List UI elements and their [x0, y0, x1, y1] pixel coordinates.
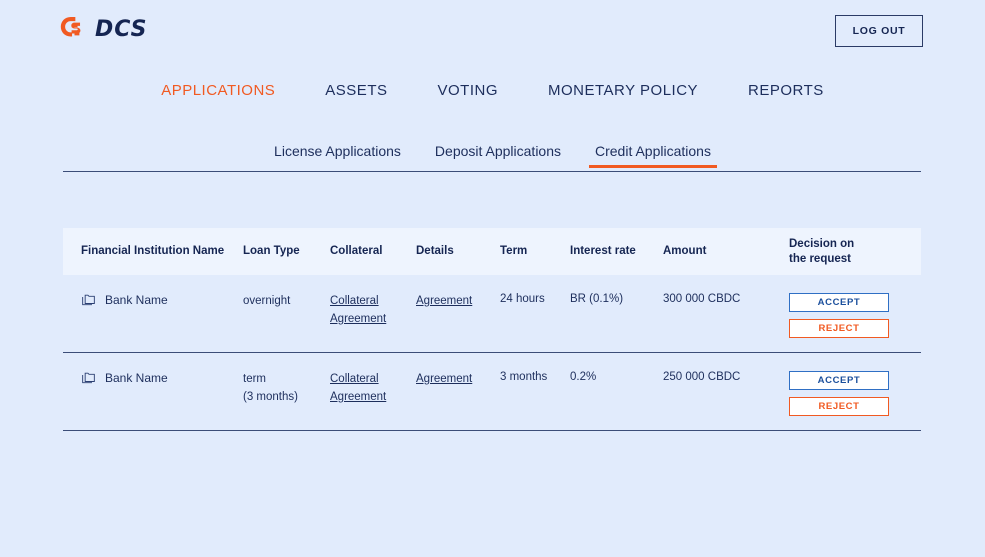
- cell-decision: ACCEPT REJECT: [789, 371, 905, 416]
- accept-button[interactable]: ACCEPT: [789, 293, 889, 312]
- cell-amount: 250 000 CBDC: [663, 371, 741, 383]
- nav-item-voting-label: VOTING: [437, 82, 498, 99]
- column-header-decision: Decision on the request: [789, 237, 905, 266]
- brand-logo[interactable]: DCS: [58, 14, 147, 44]
- cell-decision: ACCEPT REJECT: [789, 293, 905, 338]
- cell-details: Agreement: [416, 293, 500, 311]
- cell-loan-type: term (3 months): [243, 371, 330, 407]
- cell-term: 3 months: [500, 371, 548, 383]
- tab-deposit-applications-label: Deposit Applications: [434, 143, 561, 159]
- nav-item-voting[interactable]: VOTING: [437, 82, 498, 99]
- column-header-amount: Amount: [663, 245, 707, 258]
- cell-institution: Bank Name: [63, 293, 243, 307]
- dcs-logo-icon: [58, 14, 88, 44]
- sub-tabs: License Applications Deposit Application…: [0, 143, 985, 168]
- logout-button[interactable]: LOG OUT: [835, 15, 923, 47]
- reject-button-label: REJECT: [818, 401, 860, 412]
- column-header-decision-line1: Decision on: [789, 237, 855, 250]
- nav-item-reports-label: REPORTS: [748, 82, 824, 99]
- tab-credit-applications-label: Credit Applications: [595, 143, 711, 159]
- column-header-institution: Financial Institution Name: [81, 245, 225, 258]
- column-header-interest-rate: Interest rate: [570, 245, 636, 258]
- loan-type-line1: overnight: [243, 295, 291, 307]
- nav-item-assets-label: ASSETS: [325, 82, 388, 99]
- cell-interest-rate: 0.2%: [570, 371, 597, 383]
- column-header-decision-line2: the request: [789, 252, 851, 265]
- nav-item-applications-label: APPLICATIONS: [161, 82, 276, 99]
- cell-details: Agreement: [416, 371, 500, 389]
- table-row: Bank Name overnight Collateral Agreement…: [63, 275, 921, 353]
- nav-item-monetary-policy-label: MONETARY POLICY: [548, 82, 699, 99]
- loan-type-line1: term: [243, 373, 266, 385]
- nav-item-assets[interactable]: ASSETS: [325, 82, 387, 99]
- agreement-link[interactable]: Agreement: [416, 371, 492, 389]
- app-page: DCS LOG OUT APPLICATIONS ASSETS VOTING M…: [0, 0, 985, 557]
- accept-button[interactable]: ACCEPT: [789, 371, 889, 390]
- cell-amount: 300 000 CBDC: [663, 293, 741, 305]
- logout-button-label: LOG OUT: [852, 25, 906, 37]
- cell-term: 24 hours: [500, 293, 545, 305]
- cell-loan-type: overnight: [243, 293, 330, 311]
- loan-type-line2: (3 months): [243, 390, 298, 403]
- top-bar: DCS LOG OUT: [0, 0, 985, 62]
- credit-applications-table: Financial Institution Name Loan Type Col…: [63, 228, 921, 431]
- collateral-agreement-link-line2[interactable]: Agreement: [330, 311, 408, 329]
- accept-button-label: ACCEPT: [817, 297, 861, 308]
- table-row: Bank Name term (3 months) Collateral Agr…: [63, 353, 921, 431]
- sub-tabs-divider: [63, 171, 921, 172]
- accept-button-label: ACCEPT: [817, 375, 861, 386]
- cell-institution: Bank Name: [63, 371, 243, 385]
- collateral-agreement-link-line1[interactable]: Collateral: [330, 293, 408, 311]
- collateral-agreement-link-line2[interactable]: Agreement: [330, 389, 408, 407]
- cell-collateral: Collateral Agreement: [330, 371, 416, 407]
- institution-name: Bank Name: [105, 293, 168, 307]
- institution-name: Bank Name: [105, 371, 168, 385]
- table-header-row: Financial Institution Name Loan Type Col…: [63, 228, 921, 275]
- brand-name: DCS: [95, 16, 148, 42]
- nav-item-applications[interactable]: APPLICATIONS: [161, 82, 275, 99]
- column-header-collateral: Collateral: [330, 245, 383, 258]
- column-header-term: Term: [500, 245, 528, 258]
- tab-license-applications[interactable]: License Applications: [268, 143, 407, 168]
- cell-interest-rate: BR (0.1%): [570, 293, 624, 305]
- reject-button-label: REJECT: [818, 323, 860, 334]
- column-header-loan-type: Loan Type: [243, 245, 300, 258]
- main-navigation: APPLICATIONS ASSETS VOTING MONETARY POLI…: [0, 82, 985, 99]
- tab-license-applications-label: License Applications: [274, 143, 401, 159]
- folder-icon: [81, 371, 96, 385]
- nav-item-reports[interactable]: REPORTS: [748, 82, 824, 99]
- tab-deposit-applications[interactable]: Deposit Applications: [429, 143, 567, 168]
- column-header-details: Details: [416, 245, 454, 258]
- reject-button[interactable]: REJECT: [789, 397, 889, 416]
- folder-icon: [81, 293, 96, 307]
- reject-button[interactable]: REJECT: [789, 319, 889, 338]
- tab-credit-applications[interactable]: Credit Applications: [589, 143, 717, 168]
- cell-collateral: Collateral Agreement: [330, 293, 416, 329]
- nav-item-monetary-policy[interactable]: MONETARY POLICY: [548, 82, 698, 99]
- collateral-agreement-link-line1[interactable]: Collateral: [330, 371, 408, 389]
- agreement-link[interactable]: Agreement: [416, 293, 492, 311]
